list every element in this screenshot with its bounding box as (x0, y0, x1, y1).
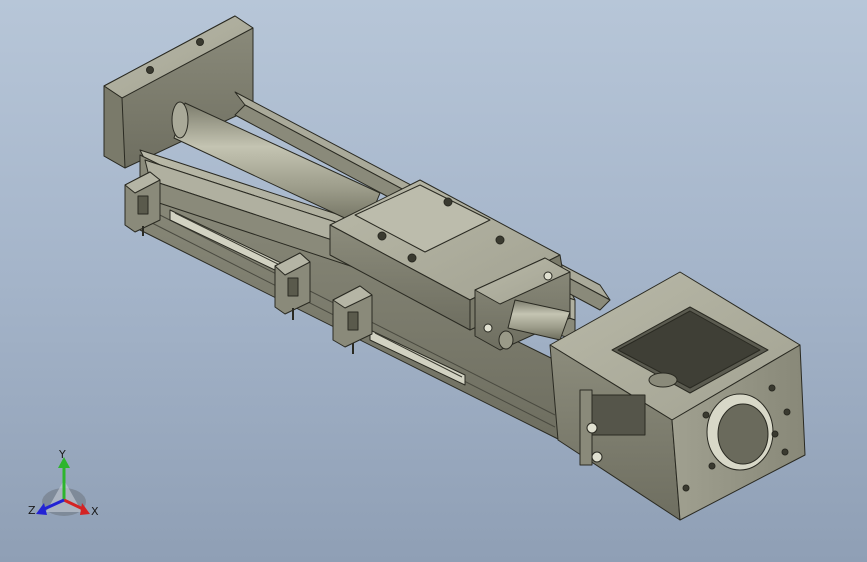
axis-triad (36, 457, 90, 516)
triad-y-label: Y (59, 448, 66, 461)
triad-z-label: Z (28, 504, 36, 517)
graphics-viewport[interactable]: Y X Z (0, 0, 867, 562)
triad-x-label: X (91, 505, 99, 518)
